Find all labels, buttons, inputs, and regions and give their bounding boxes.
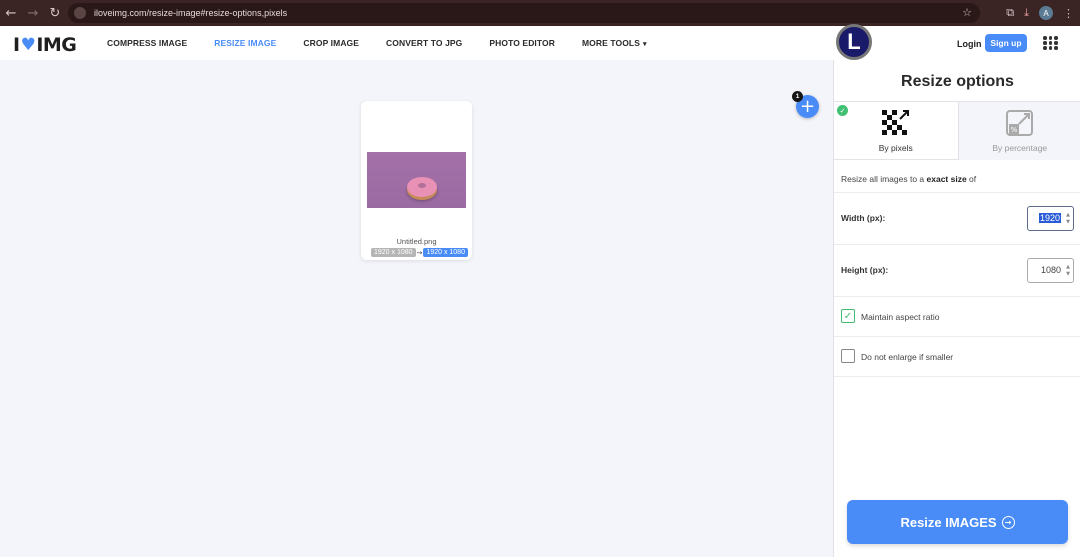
height-input[interactable]: 1080 ▲ ▼ [1027, 258, 1074, 283]
pixels-resize-icon [881, 110, 909, 135]
percentage-resize-icon: % [1005, 110, 1033, 136]
height-value: 1080 [1040, 265, 1061, 275]
width-value: 1920 [1038, 213, 1061, 223]
main-menu: COMPRESS IMAGE RESIZE IMAGE CROP IMAGE C… [107, 26, 674, 60]
height-label: Height (px): [841, 265, 889, 275]
resize-description: Resize all images to a exact size of [841, 174, 977, 184]
site-header: I ♥ IMG COMPRESS IMAGE RESIZE IMAGE CROP… [0, 26, 1080, 60]
svg-text:%: % [1010, 126, 1017, 134]
tab-by-pixels[interactable]: ✓ By pixels [834, 102, 958, 160]
new-size-badge: 1920 x 1080 [423, 248, 468, 257]
site-settings-icon[interactable] [74, 7, 86, 19]
profile-avatar[interactable]: A [1039, 6, 1053, 20]
spinner-icon[interactable]: ▲ ▼ [1066, 264, 1070, 278]
chevron-down-icon: ▾ [642, 41, 647, 48]
width-input[interactable]: 1920 ▲ ▼ [1027, 206, 1074, 231]
address-bar[interactable]: iloveimg.com/resize-image#resize-options… [68, 3, 980, 23]
arrow-right-icon: → [416, 248, 423, 257]
check-icon: ✓ [837, 105, 848, 116]
file-count-badge: 1 [792, 91, 803, 102]
no-enlarge-checkbox[interactable] [841, 349, 855, 363]
no-enlarge-row: Do not enlarge if smaller [834, 336, 1080, 376]
logo-letter-i: I [13, 34, 20, 56]
resize-images-button[interactable]: Resize IMAGES → [847, 500, 1068, 544]
browser-toolbar-right: ⧉ ⤓ A ⋮ [1006, 0, 1074, 26]
signup-button[interactable]: Sign up [985, 34, 1027, 52]
menu-crop-image[interactable]: CROP IMAGE [303, 38, 359, 48]
url-text: iloveimg.com/resize-image#resize-options… [94, 8, 288, 18]
menu-resize-image[interactable]: RESIZE IMAGE [214, 38, 276, 48]
menu-compress-image[interactable]: COMPRESS IMAGE [107, 38, 187, 48]
forward-icon[interactable]: → [22, 0, 44, 26]
iloveimg-logo[interactable]: I ♥ IMG [13, 34, 77, 56]
menu-photo-editor[interactable]: PHOTO EDITOR [489, 38, 555, 48]
file-dimensions: 1920 x 1080 → 1920 x 1080 [371, 248, 468, 257]
login-link[interactable]: Login [957, 39, 982, 49]
download-icon[interactable]: ⤓ [1024, 6, 1029, 20]
menu-more-tools[interactable]: MORE TOOLS ▾ [582, 38, 647, 48]
arrow-right-circle-icon: → [1001, 515, 1015, 529]
resize-button-label: Resize IMAGES [900, 514, 997, 530]
logo-text-img: IMG [36, 34, 77, 56]
maintain-ratio-row: ✓ Maintain aspect ratio [834, 296, 1080, 336]
width-row: Width (px): 1920 ▲ ▼ [834, 192, 1080, 244]
resize-mode-tabs: ✓ By pixels % By percentage [834, 101, 1080, 160]
file-name: Untitled.png [396, 237, 437, 246]
height-row: Height (px): 1080 ▲ ▼ [834, 244, 1080, 296]
width-label: Width (px): [841, 213, 886, 223]
maintain-ratio-checkbox[interactable]: ✓ [841, 309, 855, 323]
bookmark-star-icon[interactable]: ☆ [962, 6, 972, 19]
no-enlarge-label[interactable]: Do not enlarge if smaller [861, 352, 953, 362]
apps-grid-icon[interactable] [1043, 36, 1058, 50]
browser-menu-icon[interactable]: ⋮ [1063, 7, 1074, 20]
heart-icon: ♥ [20, 35, 36, 55]
browser-chrome: ← → ↻ iloveimg.com/resize-image#resize-o… [0, 0, 1080, 26]
extensions-icon[interactable]: ⧉ [1006, 6, 1014, 20]
divider [834, 376, 1080, 377]
spinner-icon[interactable]: ▲ ▼ [1066, 212, 1070, 226]
donut-image [407, 177, 437, 197]
tab-label: By percentage [992, 143, 1048, 153]
resize-options-panel: Resize options ✓ By pixels % By percenta… [833, 60, 1080, 557]
maintain-ratio-label[interactable]: Maintain aspect ratio [861, 312, 939, 322]
tab-label: By pixels [878, 143, 913, 153]
back-icon[interactable]: ← [0, 0, 22, 26]
more-tools-label: MORE TOOLS [581, 38, 640, 48]
panel-title: Resize options [901, 73, 1014, 90]
image-thumbnail [367, 152, 466, 208]
workspace: Untitled.png 1920 x 1080 → 1920 x 1080 [0, 60, 833, 557]
tab-by-percentage[interactable]: % By percentage [957, 102, 1080, 160]
original-size-badge: 1920 x 1080 [371, 248, 416, 257]
file-card[interactable]: Untitled.png 1920 x 1080 → 1920 x 1080 [361, 101, 472, 260]
overlay-avatar: L [836, 24, 872, 60]
reload-icon[interactable]: ↻ [44, 0, 66, 26]
menu-convert-to-jpg[interactable]: CONVERT TO JPG [386, 38, 462, 48]
